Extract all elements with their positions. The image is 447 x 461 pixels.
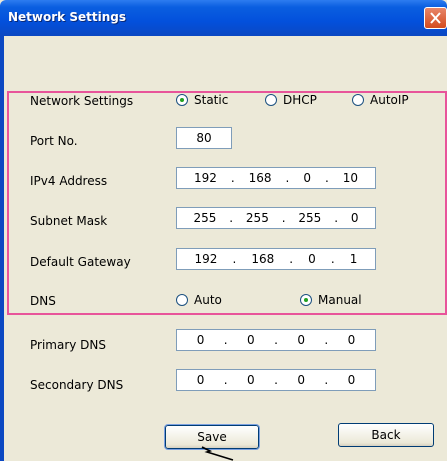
secondary-dns-input[interactable]: 0. 0. 0. 0 [176, 369, 376, 391]
primary-dns-input[interactable]: 0. 0. 0. 0 [176, 329, 376, 351]
highlight-box [7, 91, 447, 315]
radio-autoip-circle[interactable] [352, 94, 364, 106]
radio-dhcp-label: DHCP [283, 93, 317, 107]
radio-dns-manual-label: Manual [318, 293, 362, 307]
port-input[interactable]: 80 [176, 127, 232, 149]
subnet-octet-3[interactable]: 255 [298, 211, 321, 225]
close-button[interactable] [424, 7, 447, 29]
subnet-octet-2[interactable]: 255 [246, 211, 269, 225]
close-icon [430, 12, 441, 24]
primary-dns-octet-1[interactable]: 0 [197, 333, 205, 347]
gateway-input[interactable]: 192. 168. 0. 1 [176, 248, 376, 270]
primary-dns-octet-3[interactable]: 0 [297, 333, 305, 347]
radio-static-circle[interactable] [176, 94, 188, 106]
radio-autoip[interactable]: AutoIP [352, 93, 409, 107]
gateway-octet-1[interactable]: 192 [195, 252, 218, 266]
subnet-octet-1[interactable]: 255 [193, 211, 216, 225]
secondary-dns-octet-1[interactable]: 0 [197, 373, 205, 387]
primary-dns-octet-4[interactable]: 0 [348, 333, 356, 347]
ipv4-label: IPv4 Address [30, 174, 108, 188]
subnet-octet-4[interactable]: 0 [351, 211, 359, 225]
port-value: 80 [196, 131, 212, 145]
mouse-pointer-icon [201, 446, 234, 461]
gateway-octet-3[interactable]: 0 [308, 252, 316, 266]
ipv4-octet-3[interactable]: 0 [303, 171, 311, 185]
radio-dns-auto-circle[interactable] [176, 294, 188, 306]
secondary-dns-octet-2[interactable]: 0 [247, 373, 255, 387]
ipv4-input[interactable]: 192. 168. 0. 10 [176, 167, 376, 189]
secondary-dns-octet-4[interactable]: 0 [348, 373, 356, 387]
gateway-octet-2[interactable]: 168 [251, 252, 274, 266]
title-bar: Network Settings [0, 0, 447, 36]
subnet-input[interactable]: 255. 255. 255. 0 [176, 207, 376, 229]
window-title: Network Settings [8, 10, 126, 24]
radio-dhcp-circle[interactable] [265, 94, 277, 106]
radio-dns-manual[interactable]: Manual [300, 293, 362, 307]
radio-static[interactable]: Static [176, 93, 228, 107]
network-settings-label: Network Settings [30, 94, 134, 108]
dns-label: DNS [30, 294, 56, 308]
ipv4-octet-4[interactable]: 10 [343, 171, 358, 185]
gateway-label: Default Gateway [30, 255, 131, 269]
ipv4-octet-2[interactable]: 168 [249, 171, 272, 185]
radio-dns-manual-circle[interactable] [300, 294, 312, 306]
network-settings-window: Network Settings Network Settings Static… [0, 0, 447, 461]
primary-dns-octet-2[interactable]: 0 [247, 333, 255, 347]
radio-autoip-label: AutoIP [370, 93, 409, 107]
subnet-label: Subnet Mask [30, 214, 108, 228]
secondary-dns-label: Secondary DNS [30, 378, 124, 392]
radio-dhcp[interactable]: DHCP [265, 93, 317, 107]
radio-dns-auto-label: Auto [194, 293, 222, 307]
secondary-dns-octet-3[interactable]: 0 [297, 373, 305, 387]
back-button[interactable]: Back [338, 423, 434, 447]
gateway-octet-4[interactable]: 1 [350, 252, 358, 266]
ipv4-octet-1[interactable]: 192 [194, 171, 217, 185]
radio-dns-auto[interactable]: Auto [176, 293, 222, 307]
radio-static-label: Static [194, 93, 229, 107]
port-label: Port No. [30, 134, 78, 148]
primary-dns-label: Primary DNS [30, 338, 107, 352]
